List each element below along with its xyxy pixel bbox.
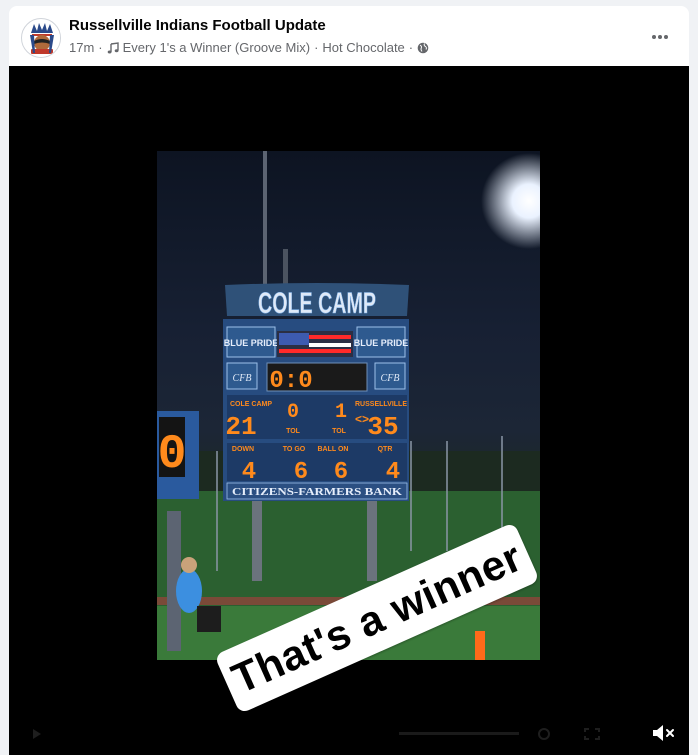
- side-board-digit: 0: [158, 428, 187, 482]
- guest-team-label: RUSSELLVILLE: [355, 401, 407, 408]
- qtr-label: QTR: [378, 446, 393, 453]
- game-clock: 0:0: [269, 368, 312, 395]
- panel-right: BLUE PRIDE: [354, 338, 409, 348]
- indian-logo-icon: [23, 20, 60, 57]
- scoreboard-school-name: COLE CAMP: [258, 287, 376, 320]
- meta-separator: ·: [408, 40, 414, 55]
- song-artist-link[interactable]: Hot Chocolate: [322, 40, 404, 55]
- progress-bar[interactable]: [399, 732, 519, 735]
- togo-label: TO GO: [283, 446, 306, 453]
- video-controls: [9, 711, 689, 755]
- down-label: DOWN: [232, 446, 254, 453]
- more-horizontal-icon: [652, 35, 668, 39]
- music-note-icon: [107, 41, 119, 53]
- qtr-value: 4: [386, 459, 400, 486]
- togo-value: 6: [294, 459, 308, 486]
- post-header: Russellville Indians Football Update 17m…: [9, 6, 689, 66]
- tol-label-left: TOL: [286, 428, 301, 435]
- page-avatar[interactable]: [21, 18, 61, 58]
- page-name-link[interactable]: Russellville Indians Football Update: [69, 17, 326, 34]
- meta-separator: ·: [98, 40, 103, 55]
- panel-left: BLUE PRIDE: [224, 338, 279, 348]
- fullscreen-icon[interactable]: [583, 727, 601, 741]
- song-title-link[interactable]: Every 1's a Winner (Groove Mix): [123, 40, 310, 55]
- speaker-muted-icon: [653, 725, 674, 741]
- home-timeouts-left: 0: [287, 401, 299, 424]
- post-timestamp[interactable]: 17m: [69, 40, 94, 55]
- settings-gear-icon[interactable]: [535, 727, 553, 741]
- post-card: Russellville Indians Football Update 17m…: [9, 6, 689, 755]
- globe-icon[interactable]: [417, 42, 429, 54]
- home-team-label: COLE CAMP: [230, 401, 272, 408]
- logo-right: CFB: [381, 373, 400, 384]
- sponsor-banner: CITIZENS-FARMERS BANK: [232, 486, 403, 498]
- post-meta: 17m · Every 1's a Winner (Groove Mix) · …: [69, 40, 429, 55]
- more-options-button[interactable]: [645, 22, 675, 52]
- video-player[interactable]: 0 COLE CAMP BLUE PRIDE BLUE PRIDE CFB CF…: [9, 66, 689, 755]
- ballon-label: BALL ON: [318, 446, 349, 453]
- stadium-light: [481, 153, 540, 249]
- guest-score: 35: [367, 412, 398, 442]
- meta-separator: ·: [314, 40, 319, 55]
- play-icon[interactable]: [29, 727, 53, 741]
- mute-toggle-button[interactable]: [651, 721, 677, 745]
- possession-arrow: <>: [355, 412, 369, 426]
- tol-label-right: TOL: [332, 428, 347, 435]
- down-value: 4: [242, 459, 256, 486]
- home-score: 21: [225, 412, 256, 442]
- logo-left: CFB: [233, 373, 252, 384]
- guest-timeouts-left: 1: [335, 401, 347, 424]
- ballon-value: 6: [334, 459, 348, 486]
